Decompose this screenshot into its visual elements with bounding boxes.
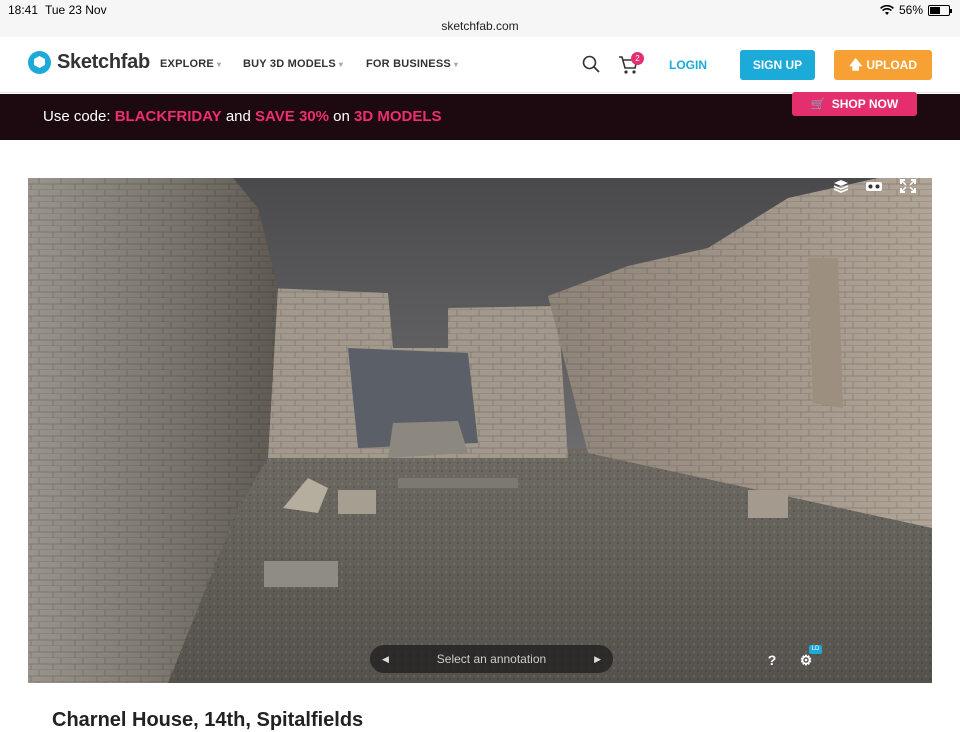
logo-text: Sketchfab (57, 51, 150, 73)
model-title: Charnel House, 14th, Spitalfields (52, 709, 364, 731)
battery-percent: 56% (898, 3, 923, 17)
battery-icon (928, 4, 952, 16)
upload-button[interactable]: 🡅 UPLOAD (834, 50, 932, 80)
model-render[interactable] (28, 178, 932, 683)
wifi-icon (880, 4, 894, 15)
address-bar[interactable]: sketchfab.com (0, 19, 960, 33)
annotation-navigator[interactable]: ◀ Select an annotation ▶ (370, 645, 613, 673)
status-date: Tue 23 Nov (45, 3, 107, 17)
nav-business-label: FOR BUSINESS (366, 58, 451, 70)
logo[interactable]: Sketchfab (28, 51, 150, 74)
shop-now-button[interactable]: 🛒 SHOP NOW (792, 92, 917, 116)
promo-text: Use code: BLACKFRIDAY and SAVE 30% on 3D… (43, 108, 442, 125)
status-right: 56% (880, 3, 952, 17)
promo-and: and (221, 108, 256, 125)
promo-target: 3D MODELS (354, 108, 442, 125)
status-bar: 18:41 Tue 23 Nov sketchfab.com 56% (0, 0, 960, 37)
sign-up-button[interactable]: SIGN UP (740, 50, 815, 80)
shop-now-label: SHOP NOW (831, 97, 899, 111)
cart-icon: 🛒 (810, 97, 826, 111)
next-annotation-icon[interactable]: ▶ (594, 645, 601, 673)
cart-count-badge: 2 (631, 52, 644, 65)
nav-explore[interactable]: EXPLORE ▾ (160, 58, 221, 70)
nav-buy-label: BUY 3D MODELS (243, 58, 336, 70)
promo-save: SAVE 30% (255, 108, 329, 125)
top-nav: Sketchfab EXPLORE ▾ BUY 3D MODELS ▾ FOR BU… (0, 37, 960, 93)
chevron-down-icon: ▾ (216, 60, 222, 69)
annotation-placeholder: Select an annotation (436, 652, 547, 666)
search-icon[interactable] (582, 55, 600, 73)
promo-prefix: Use code: (43, 108, 115, 125)
sketchfab-logo-icon (28, 51, 51, 74)
model-viewer[interactable]: ◀ Select an annotation ▶ ? ⚙ LD (28, 178, 932, 683)
chevron-down-icon: ▾ (338, 60, 344, 69)
settings-icon[interactable]: ⚙ (797, 652, 815, 668)
previous-annotation-icon[interactable]: ◀ (382, 645, 389, 673)
upload-label: UPLOAD (866, 58, 918, 72)
fullscreen-icon[interactable] (899, 178, 917, 194)
help-icon[interactable]: ? (763, 652, 781, 668)
ld-quality-badge: LD (809, 645, 822, 654)
promo-code: BLACKFRIDAY (114, 108, 222, 125)
login-link[interactable]: LOGIN (669, 58, 707, 72)
nav-for-business[interactable]: FOR BUSINESS ▾ (366, 58, 458, 70)
nav-buy-3d-models[interactable]: BUY 3D MODELS ▾ (243, 58, 343, 70)
chevron-down-icon: ▾ (453, 60, 459, 69)
promo-on: on (328, 108, 355, 125)
nav-explore-label: EXPLORE (160, 58, 214, 70)
promo-banner: Use code: BLACKFRIDAY and SAVE 30% on 3D… (0, 92, 960, 140)
vr-headset-icon[interactable] (865, 178, 883, 194)
upload-arrow-icon: 🡅 (848, 57, 863, 72)
layers-icon[interactable] (832, 178, 850, 194)
status-time: 18:41 (8, 3, 39, 17)
